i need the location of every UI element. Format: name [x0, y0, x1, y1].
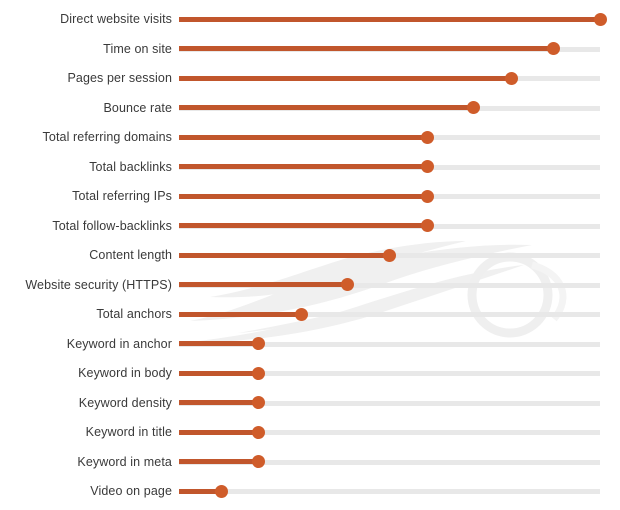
value-dot[interactable] — [420, 219, 434, 232]
chart-row: Total backlinks — [0, 154, 620, 180]
track-fill — [179, 223, 428, 228]
value-dot[interactable] — [252, 396, 266, 409]
track-fill — [179, 311, 302, 317]
row-track — [179, 95, 600, 121]
value-dot[interactable] — [340, 278, 354, 291]
chart-row: Total anchors — [0, 301, 620, 327]
row-track — [179, 36, 600, 62]
row-label: Total referring IPs — [72, 189, 172, 203]
track-fill — [179, 164, 428, 169]
row-track — [179, 124, 600, 150]
row-track — [179, 242, 600, 268]
value-dot[interactable] — [214, 484, 228, 498]
chart-row: Keyword density — [0, 390, 620, 416]
chart-row: Keyword in anchor — [0, 331, 620, 357]
track-background — [179, 489, 600, 494]
row-track — [179, 301, 600, 327]
row-label: Total backlinks — [89, 159, 172, 174]
row-track — [179, 331, 600, 357]
row-track — [179, 478, 600, 504]
row-track — [179, 360, 600, 386]
track-fill — [179, 193, 428, 199]
value-dot[interactable] — [547, 42, 561, 55]
chart-row: Content length — [0, 242, 620, 268]
row-track — [179, 154, 600, 180]
value-dot[interactable] — [252, 455, 266, 468]
value-dot[interactable] — [420, 160, 434, 173]
row-label: Keyword in title — [85, 425, 172, 439]
chart-row: Website security (HTTPS) — [0, 272, 620, 298]
value-dot[interactable] — [593, 12, 607, 26]
row-track — [179, 272, 600, 298]
value-dot[interactable] — [252, 337, 266, 350]
track-fill — [179, 429, 259, 435]
value-dot[interactable] — [294, 307, 308, 321]
value-dot[interactable] — [383, 248, 396, 262]
row-track — [179, 183, 600, 209]
row-label: Direct website visits — [60, 12, 172, 26]
track-fill — [179, 341, 259, 346]
chart-row: Pages per session — [0, 65, 620, 91]
chart-row: Total referring IPs — [0, 183, 620, 209]
row-label: Total referring domains — [42, 130, 172, 144]
row-label: Keyword in anchor — [66, 336, 172, 351]
row-label: Keyword in body — [78, 366, 172, 380]
chart-row: Video on page — [0, 478, 620, 504]
row-label: Bounce rate — [103, 100, 172, 115]
chart-row: Total follow-backlinks — [0, 213, 620, 239]
lollipop-chart: Direct website visits Time on site Pages… — [0, 0, 620, 510]
track-fill — [179, 282, 348, 287]
row-track — [179, 213, 600, 239]
row-label: Total follow-backlinks — [52, 218, 172, 233]
track-fill — [179, 46, 554, 51]
track-fill — [179, 75, 512, 81]
track-fill — [179, 252, 390, 258]
track-fill — [179, 134, 428, 140]
track-fill — [179, 459, 259, 464]
track-fill — [179, 370, 259, 376]
chart-row: Time on site — [0, 36, 620, 62]
row-label: Total anchors — [96, 307, 172, 321]
chart-row: Keyword in body — [0, 360, 620, 386]
chart-row: Total referring domains — [0, 124, 620, 150]
row-track — [179, 419, 600, 445]
row-track — [179, 65, 600, 91]
row-track — [179, 390, 600, 416]
row-label: Website security (HTTPS) — [25, 277, 172, 292]
track-fill — [179, 16, 600, 22]
row-track — [179, 6, 607, 32]
row-label: Video on page — [90, 484, 172, 498]
row-label: Time on site — [103, 41, 172, 56]
row-track — [179, 449, 600, 475]
row-label: Keyword density — [78, 395, 172, 410]
value-dot[interactable] — [252, 425, 266, 439]
row-label: Keyword in meta — [77, 454, 172, 469]
chart-row: Keyword in title — [0, 419, 620, 445]
row-label: Pages per session — [67, 71, 172, 85]
chart-row: Bounce rate — [0, 95, 620, 121]
value-dot[interactable] — [467, 101, 481, 114]
track-fill — [179, 400, 259, 405]
chart-row: Direct website visits — [0, 6, 620, 32]
value-dot[interactable] — [505, 71, 519, 85]
value-dot[interactable] — [420, 189, 434, 203]
chart-rows: Direct website visits Time on site Pages… — [0, 0, 620, 510]
chart-row: Keyword in meta — [0, 449, 620, 475]
value-dot[interactable] — [252, 366, 266, 380]
row-label: Content length — [89, 248, 172, 262]
value-dot[interactable] — [420, 130, 434, 144]
track-fill — [179, 105, 474, 110]
